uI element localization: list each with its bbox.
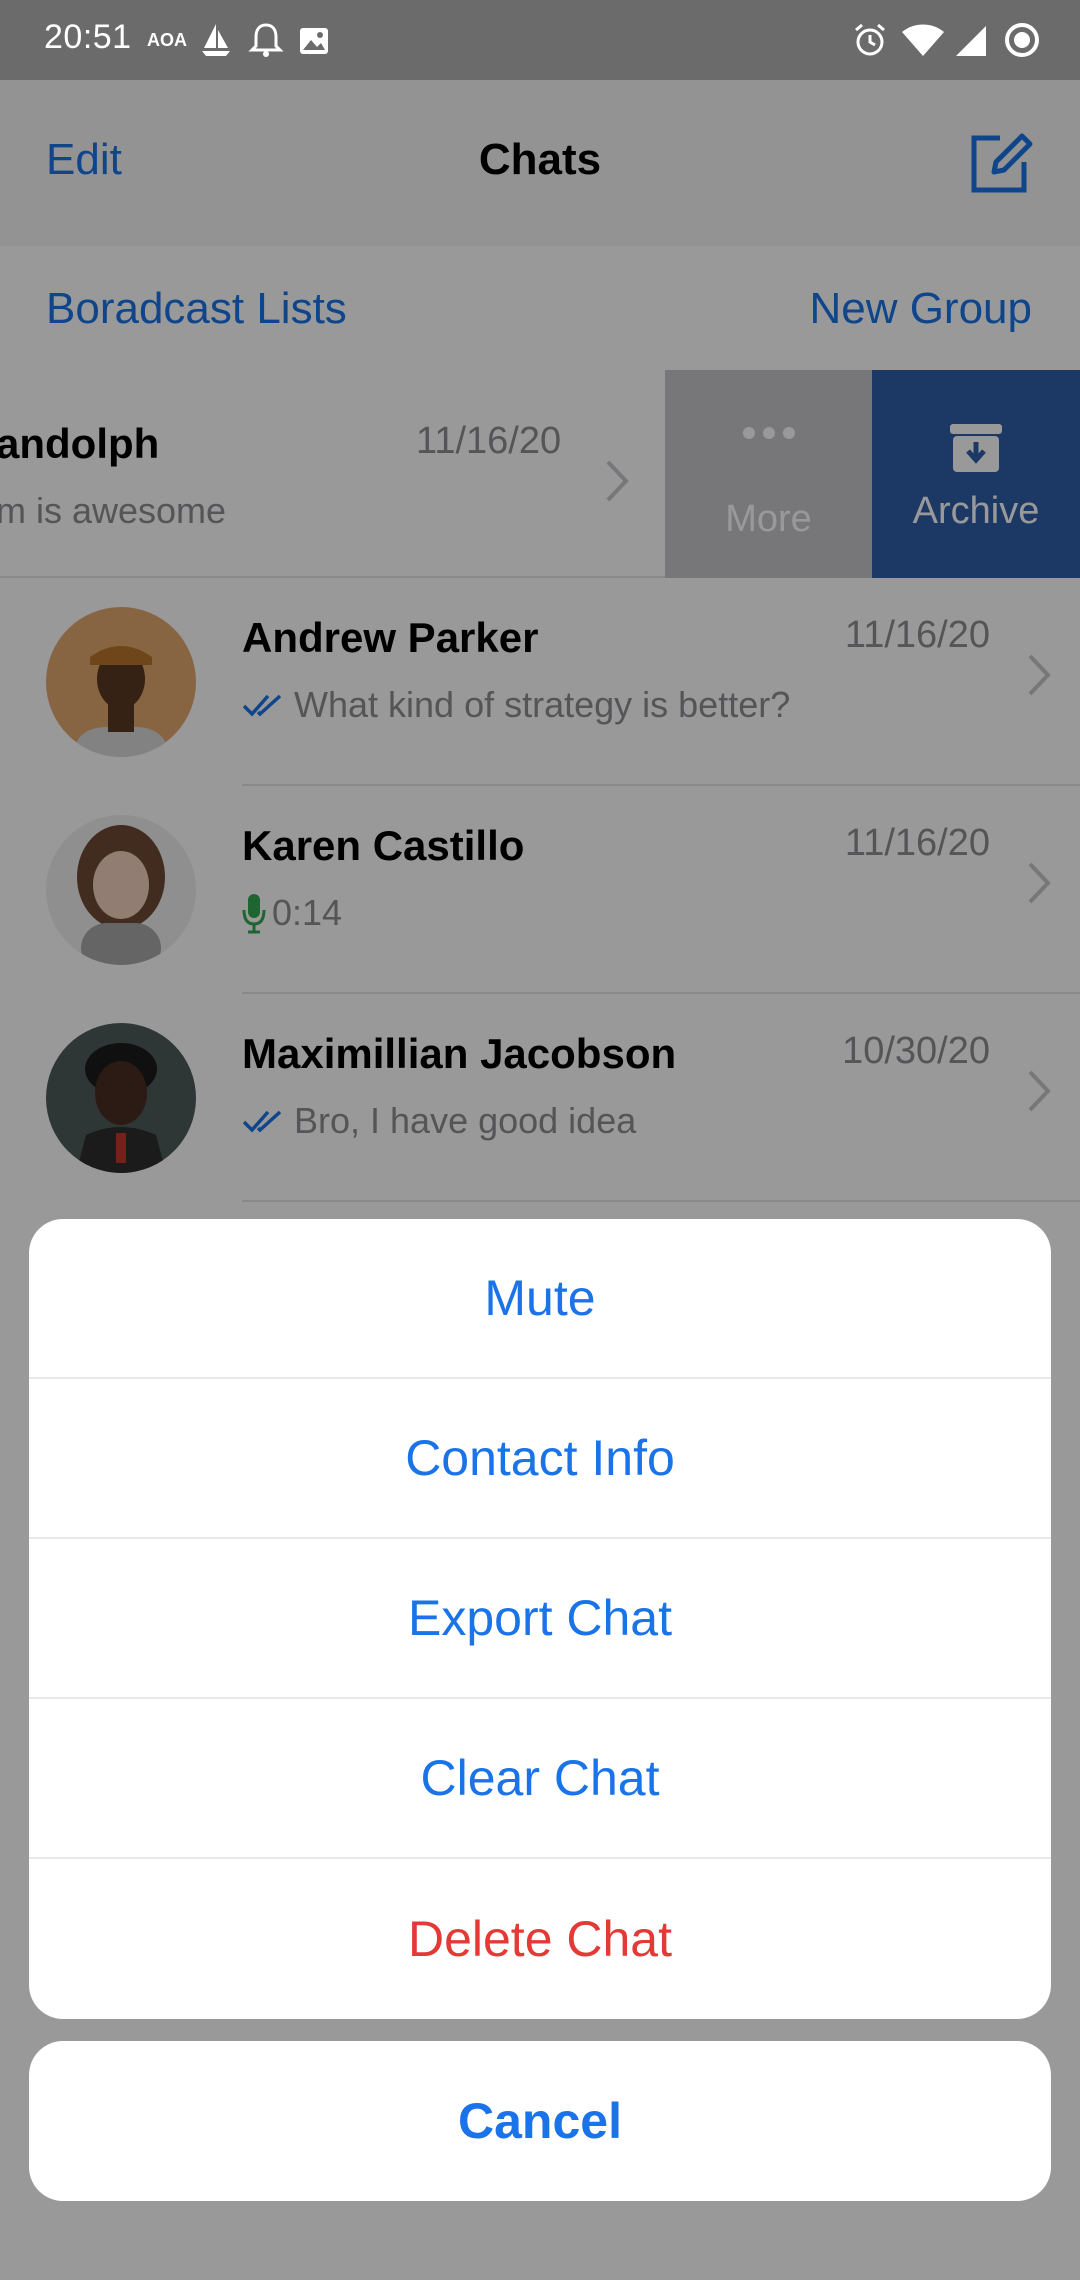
cancel-button[interactable]: Cancel [29, 2041, 1051, 2201]
contact-info-button[interactable]: Contact Info [29, 1379, 1051, 1539]
alarm-icon [855, 23, 885, 56]
export-chat-button[interactable]: Export Chat [29, 1539, 1051, 1699]
bell-icon [248, 23, 284, 57]
sailboat-icon [202, 24, 230, 56]
status-time: 20:51 [44, 18, 132, 56]
status-carrier-tag: AOA [147, 30, 187, 50]
status-bar: 20:51 AOA [0, 0, 1080, 80]
wifi-icon [902, 24, 944, 56]
circle-status-icon [1005, 23, 1039, 57]
delete-chat-button[interactable]: Delete Chat [29, 1859, 1051, 2019]
action-sheet: Mute Contact Info Export Chat Clear Chat… [29, 1219, 1051, 2019]
image-icon [300, 28, 328, 54]
mute-button[interactable]: Mute [29, 1219, 1051, 1379]
clear-chat-button[interactable]: Clear Chat [29, 1699, 1051, 1859]
signal-icon [956, 26, 986, 56]
